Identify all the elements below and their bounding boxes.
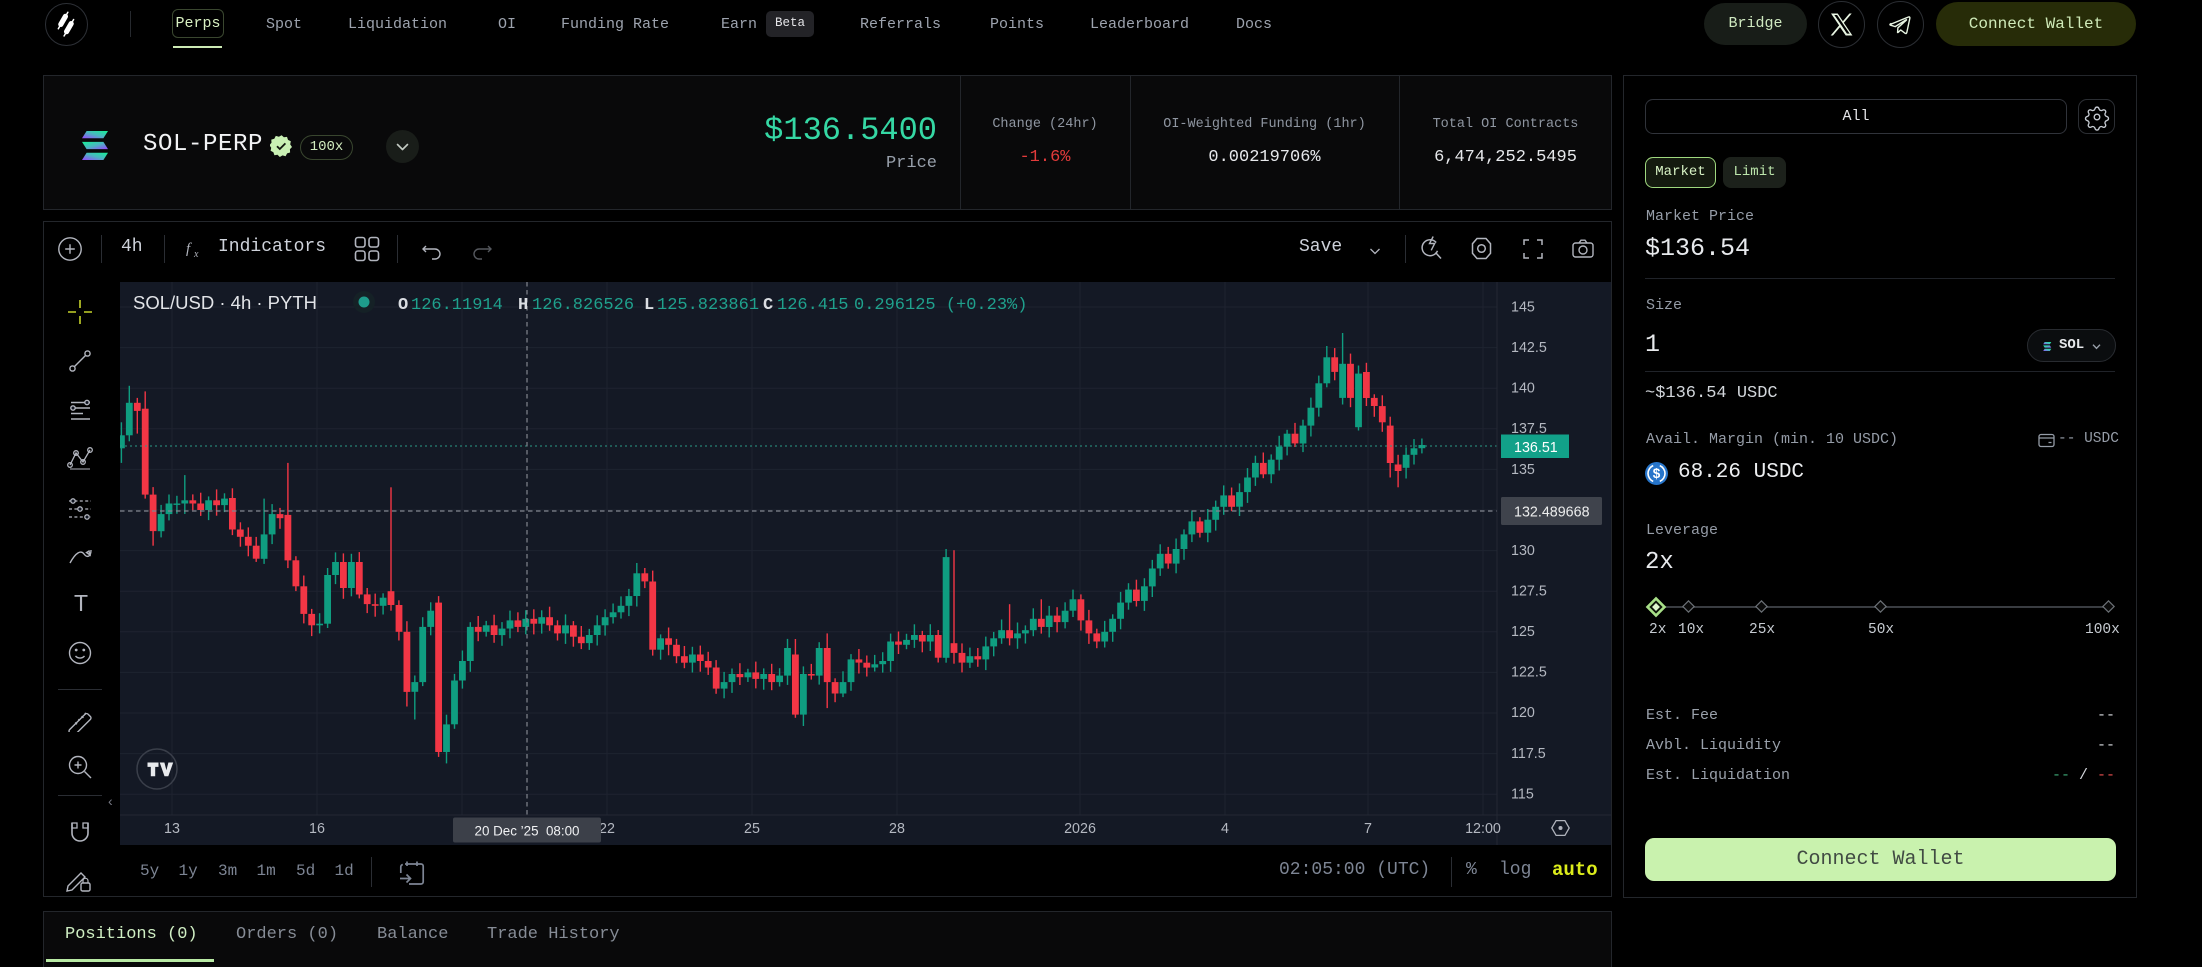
svg-text:126.415: 126.415 xyxy=(777,296,848,315)
svg-text:$: $ xyxy=(1653,466,1661,481)
svg-text:125: 125 xyxy=(1511,624,1535,640)
svg-text:120: 120 xyxy=(1511,705,1535,721)
svg-text:O: O xyxy=(398,296,408,315)
svg-text:28: 28 xyxy=(889,821,905,837)
svg-text:C: C xyxy=(763,296,773,315)
svg-text:0.296125 (+0.23%): 0.296125 (+0.23%) xyxy=(854,296,1027,315)
svg-text:125.823861: 125.823861 xyxy=(657,296,759,315)
svg-text:H: H xyxy=(518,296,528,315)
svg-text:117.5: 117.5 xyxy=(1511,746,1546,762)
svg-text:132.489668: 132.489668 xyxy=(1514,505,1590,521)
svg-text:16: 16 xyxy=(309,821,325,837)
svg-text:13: 13 xyxy=(164,821,180,837)
svg-text:L: L xyxy=(644,296,654,315)
svg-text:145: 145 xyxy=(1511,300,1535,316)
svg-text:x: x xyxy=(193,249,199,260)
svg-text:140: 140 xyxy=(1511,381,1535,397)
svg-text:25: 25 xyxy=(744,821,760,837)
svg-text:127.5: 127.5 xyxy=(1511,584,1547,600)
svg-text:130: 130 xyxy=(1511,543,1535,559)
svg-text:122.5: 122.5 xyxy=(1511,665,1547,681)
svg-text:7: 7 xyxy=(1364,821,1372,837)
svg-text:126.11914: 126.11914 xyxy=(411,296,503,315)
svg-text:136.51: 136.51 xyxy=(1514,440,1558,456)
svg-text:4: 4 xyxy=(1221,821,1229,837)
svg-text:20 Dec ’25 08:00: 20 Dec ’25 08:00 xyxy=(475,824,580,839)
svg-text:2026: 2026 xyxy=(1064,821,1096,837)
svg-text:SOL/USD · 4h · PYTH: SOL/USD · 4h · PYTH xyxy=(133,292,317,313)
svg-text:12:00: 12:00 xyxy=(1465,821,1501,837)
svg-text:142.5: 142.5 xyxy=(1511,340,1547,356)
svg-text:135: 135 xyxy=(1511,462,1535,478)
svg-text:126.826526: 126.826526 xyxy=(532,296,634,315)
svg-text:f: f xyxy=(186,241,192,257)
svg-text:22: 22 xyxy=(599,821,615,837)
svg-text:115: 115 xyxy=(1511,787,1534,803)
